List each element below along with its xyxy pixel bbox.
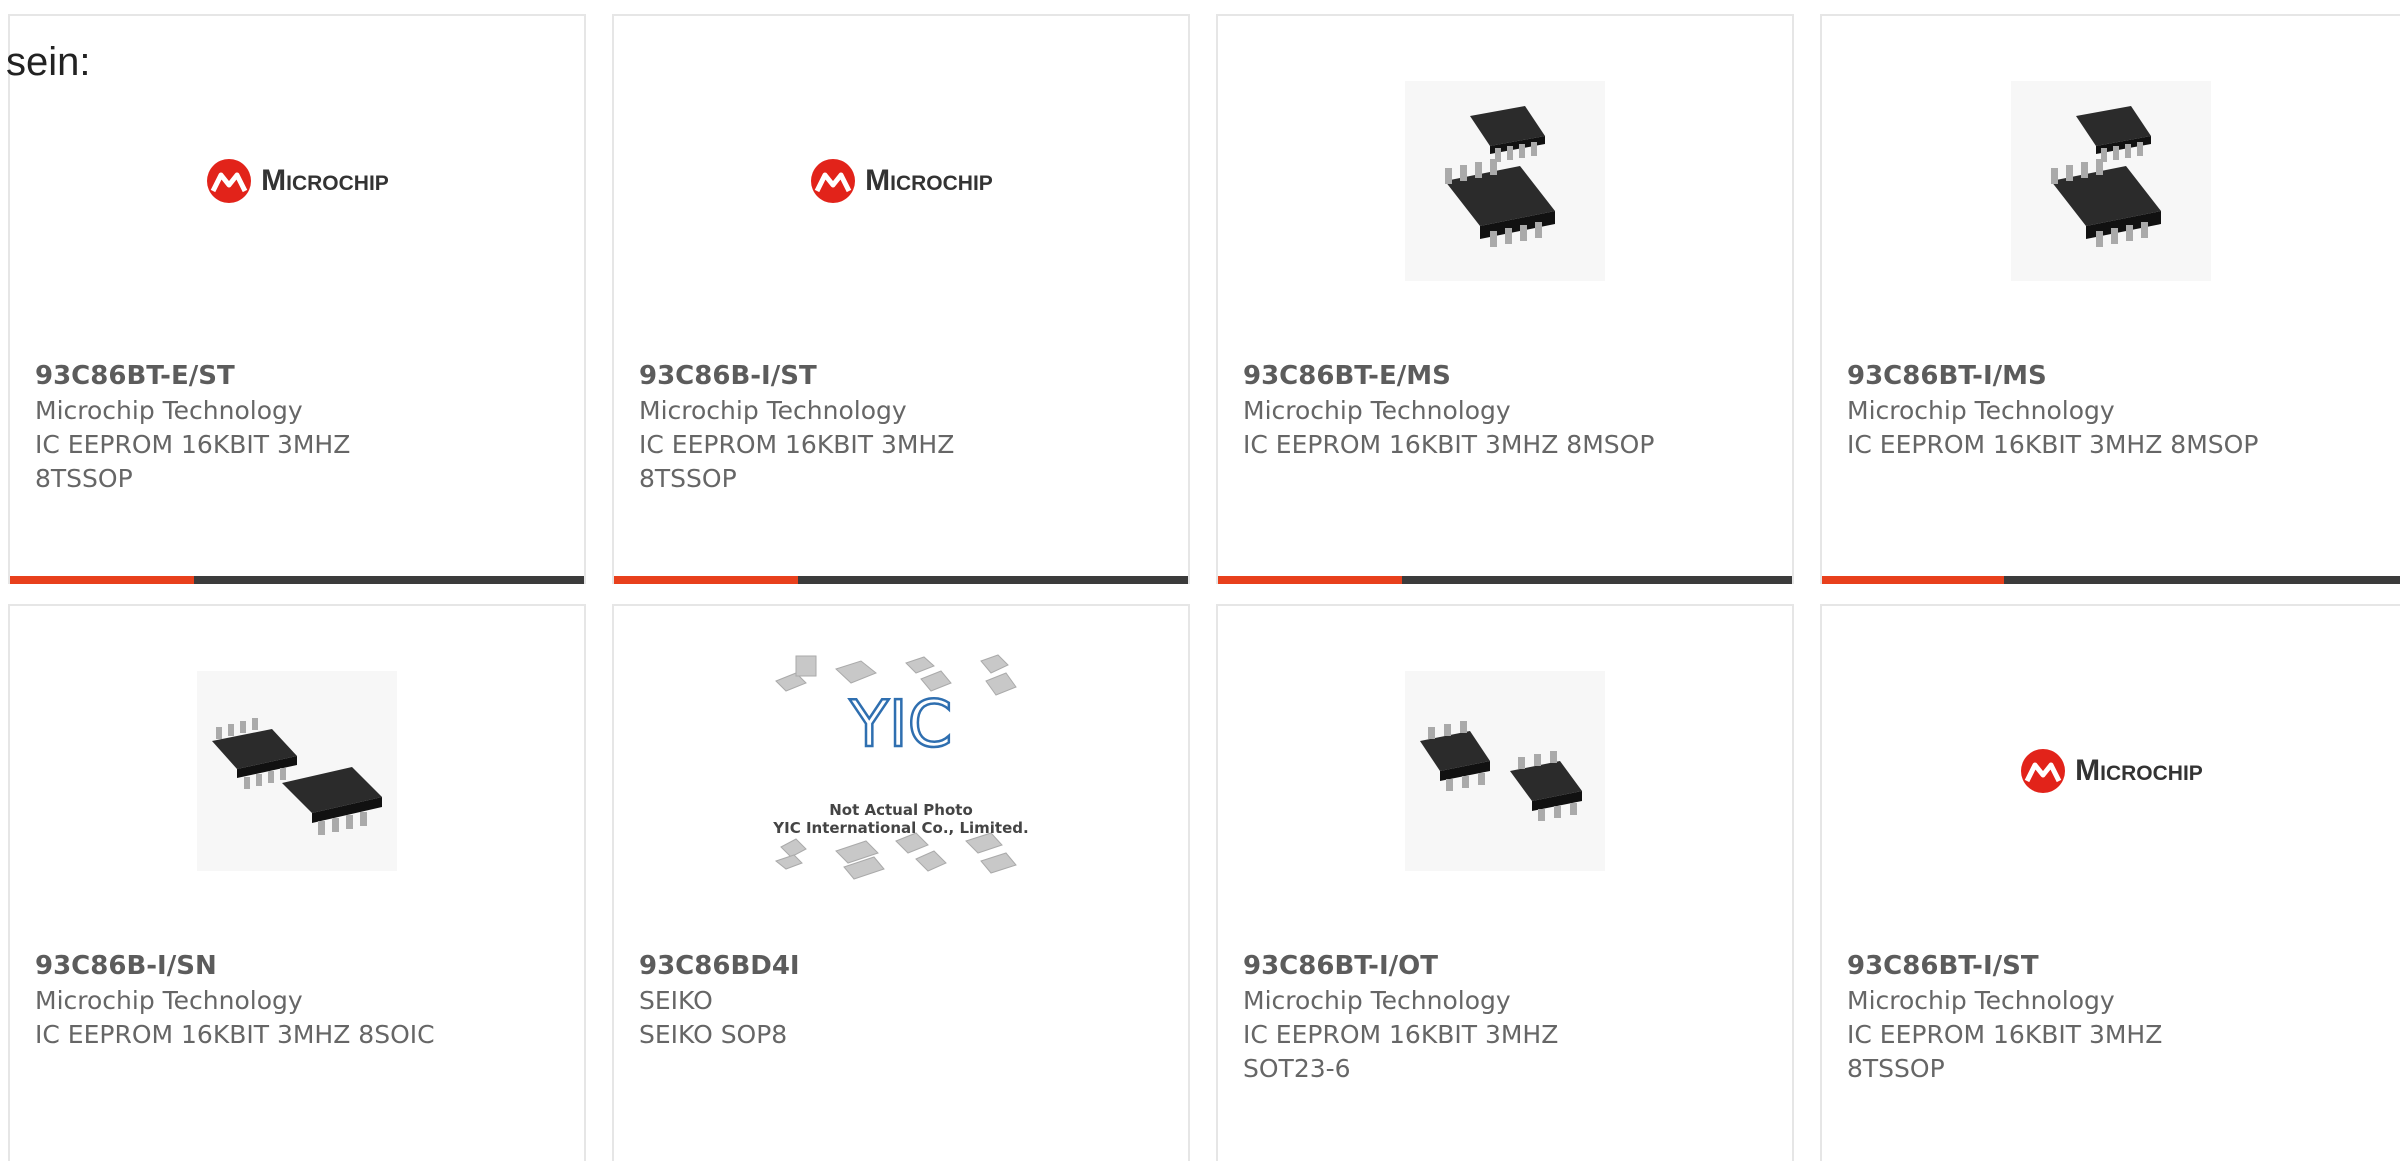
product-card[interactable]: Microchip 93C86BT-E/ST Microchip Technol… [8, 14, 586, 584]
part-number-link[interactable]: 93C86BT-I/OT [1243, 948, 1772, 984]
yic-not-actual-photo: YIC Not Actual Photo YIC International C… [766, 651, 1036, 891]
manufacturer: Microchip Technology [35, 396, 303, 425]
manufacturer: Microchip Technology [639, 396, 907, 425]
description: IC EEPROM 16KBIT 3MHZ 8MSOP [1847, 430, 2259, 459]
product-card[interactable]: YIC Not Actual Photo YIC International C… [612, 604, 1190, 1161]
msop-chip-photo [2011, 81, 2211, 281]
part-number-link[interactable]: 93C86B-I/SN [35, 948, 564, 984]
part-number-link[interactable]: 93C86BT-I/ST [1847, 948, 2388, 984]
product-info: 93C86BD4I SEIKO SEIKO SOP8 [639, 948, 1168, 1052]
microchip-logo-mark-icon [2021, 749, 2066, 793]
chip-package-icon [212, 718, 382, 835]
product-card[interactable]: Microchip 93C86B-I/ST Microchip Technolo… [612, 14, 1190, 584]
product-image[interactable]: Microchip [10, 16, 584, 346]
description: SEIKO SOP8 [639, 1020, 788, 1049]
product-info: 93C86B-I/SN Microchip Technology IC EEPR… [35, 948, 564, 1052]
svg-text:YIC: YIC [849, 688, 953, 762]
logo-wordmark: Microchip [261, 164, 389, 197]
sot23-chip-photo [1405, 671, 1605, 871]
product-image[interactable] [1218, 16, 1792, 346]
product-info: 93C86BT-E/MS Microchip Technology IC EEP… [1243, 358, 1772, 462]
product-grid-page: sein: Microchip 93C86BT-E/ST Microchip T… [0, 0, 2400, 1161]
product-info: 93C86BT-E/ST Microchip Technology IC EEP… [35, 358, 564, 496]
microchip-logo-mark-icon [811, 159, 856, 203]
product-image[interactable] [10, 606, 584, 936]
accent-strip [10, 576, 194, 584]
manufacturer: Microchip Technology [1847, 986, 2115, 1015]
description: IC EEPROM 16KBIT 3MHZ 8SOIC [35, 1020, 435, 1049]
product-image[interactable]: YIC Not Actual Photo YIC International C… [614, 606, 1188, 936]
manufacturer: Microchip Technology [1243, 396, 1511, 425]
intro-text: sein: [6, 40, 91, 84]
product-card[interactable]: 93C86BT-I/OT Microchip Technology IC EEP… [1216, 604, 1794, 1161]
product-info: 93C86BT-I/MS Microchip Technology IC EEP… [1847, 358, 2388, 462]
product-info: 93C86BT-I/ST Microchip Technology IC EEP… [1847, 948, 2388, 1086]
product-image[interactable] [1822, 16, 2400, 346]
product-info: 93C86B-I/ST Microchip Technology IC EEPR… [639, 358, 1168, 496]
manufacturer: Microchip Technology [35, 986, 303, 1015]
product-image[interactable]: Microchip [614, 16, 1188, 346]
part-number-link[interactable]: 93C86BT-E/ST [35, 358, 564, 394]
logo-wordmark: Microchip [865, 164, 993, 197]
product-card[interactable]: 93C86BT-I/MS Microchip Technology IC EEP… [1820, 14, 2400, 584]
chip-package-icon [1445, 106, 1555, 247]
part-number-link[interactable]: 93C86BT-E/MS [1243, 358, 1772, 394]
card-bottom-bar [10, 576, 584, 584]
product-image[interactable]: Microchip [1822, 606, 2400, 936]
description: IC EEPROM 16KBIT 3MHZ 8MSOP [1243, 430, 1655, 459]
microchip-logo-mark-icon [207, 159, 252, 203]
product-card[interactable]: 93C86BT-E/MS Microchip Technology IC EEP… [1216, 14, 1794, 584]
microchip-logo: Microchip [809, 157, 993, 205]
accent-strip [1218, 576, 1402, 584]
yic-caption-2: YIC International Co., Limited. [773, 819, 1029, 837]
manufacturer: Microchip Technology [1847, 396, 2115, 425]
chip-package-icon [1420, 721, 1582, 821]
accent-strip [614, 576, 798, 584]
yic-caption-1: Not Actual Photo [829, 801, 973, 819]
msop-chip-photo [1405, 81, 1605, 281]
product-card[interactable]: 93C86B-I/SN Microchip Technology IC EEPR… [8, 604, 586, 1161]
description: IC EEPROM 16KBIT 3MHZ 8TSSOP [1847, 1020, 2163, 1083]
card-bottom-bar [1822, 576, 2400, 584]
soic-chip-photo [197, 671, 397, 871]
description: IC EEPROM 16KBIT 3MHZ 8TSSOP [35, 430, 351, 493]
chip-collage-icon: YIC [774, 654, 1017, 880]
part-number-link[interactable]: 93C86B-I/ST [639, 358, 1168, 394]
logo-wordmark: Microchip [2075, 754, 2203, 787]
chip-package-icon [2051, 106, 2161, 247]
part-number-link[interactable]: 93C86BD4I [639, 948, 1168, 984]
card-bottom-bar [1218, 576, 1792, 584]
part-number-link[interactable]: 93C86BT-I/MS [1847, 358, 2388, 394]
card-bottom-bar [614, 576, 1188, 584]
description: IC EEPROM 16KBIT 3MHZ SOT23-6 [1243, 1020, 1559, 1083]
product-card[interactable]: Microchip 93C86BT-I/ST Microchip Technol… [1820, 604, 2400, 1161]
microchip-logo: Microchip [2019, 747, 2203, 795]
microchip-logo: Microchip [205, 157, 389, 205]
product-info: 93C86BT-I/OT Microchip Technology IC EEP… [1243, 948, 1772, 1086]
product-image[interactable] [1218, 606, 1792, 936]
manufacturer: SEIKO [639, 986, 713, 1015]
manufacturer: Microchip Technology [1243, 986, 1511, 1015]
accent-strip [1822, 576, 2004, 584]
description: IC EEPROM 16KBIT 3MHZ 8TSSOP [639, 430, 955, 493]
